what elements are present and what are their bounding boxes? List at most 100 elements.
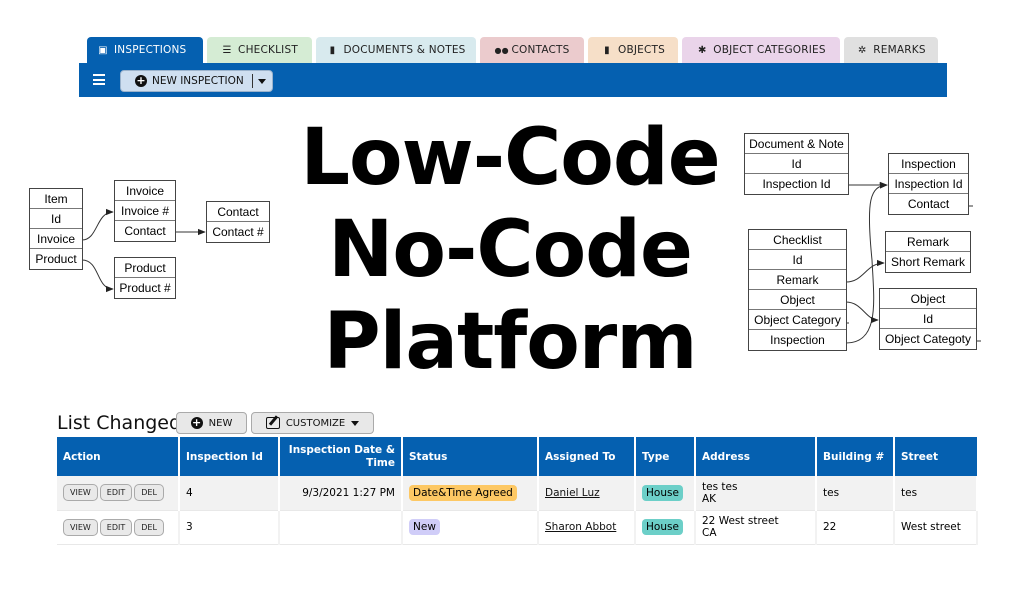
entity-field: Object Categoty [884,332,972,346]
street-cell: tes [894,476,978,511]
action-cell: VIEW EDIT DEL [57,510,180,545]
header-line: Time [366,456,395,469]
tab-remarks[interactable]: ✲ REMARKS [844,37,938,63]
file-icon: ▮ [329,44,336,56]
type-cell: House [635,476,696,511]
assigned-to-link[interactable]: Daniel Luz [545,487,600,499]
status-badge: Date&Time Agreed [409,484,517,501]
tab-contacts[interactable]: ●● CONTACTS [480,37,584,63]
tab-object-categories[interactable]: ✱ OBJECT CATEGORIES [682,37,840,63]
tab-inspections[interactable]: ▣ INSPECTIONS [87,37,203,63]
toolbar: + NEW INSPECTION [79,63,947,97]
view-button[interactable]: VIEW [63,484,98,502]
type-cell: House [635,510,696,545]
plus-circle-icon: + [135,74,147,87]
link-item-invoice [81,208,114,241]
address-cell: 22 West street CA [695,510,817,545]
plus-circle-icon: + [190,416,203,429]
tab-label: DOCUMENTS & NOTES [343,44,466,56]
column-header-assigned-to[interactable]: Assigned To [538,437,636,476]
entity-field: Inspection [889,154,968,174]
column-header-address[interactable]: Address [695,437,817,476]
link-checklist-remark [845,259,885,283]
entity-field: Product [35,252,77,266]
new-button[interactable]: + NEW [176,412,247,434]
link-checklist-object [845,301,879,324]
entity-field: Contact [124,224,166,238]
tab-label: INSPECTIONS [114,44,187,56]
entity-contact: Contact Contact # [206,201,270,243]
inspection-id-cell: 3 [179,510,280,545]
table-row: VIEW EDIT DEL 4 9/3/2021 1:27 PM Date&Time… [57,476,978,511]
type-badge: House [642,519,683,535]
divider [251,74,253,88]
asterisk-icon: ✱ [697,44,707,56]
inspection-date-cell [279,510,403,545]
entity-field: Checklist [749,230,846,250]
building-cell: 22 [816,510,895,545]
tab-label: CHECKLIST [238,44,298,56]
tab-checklist[interactable]: ☰ CHECKLIST [207,37,312,63]
hero-heading: Low-Code No-Code Platform [290,112,730,388]
hero-line-1: Low-Code [300,113,720,203]
hero-line-3: Platform [323,297,697,387]
entity-field: Product # [119,281,171,295]
assigned-to-link[interactable]: Sharon Abbot [545,521,616,533]
entity-field: Remark [749,270,846,290]
entity-field: Inspection [770,333,825,347]
column-header-inspection-date[interactable]: Inspection Date & Time [279,437,403,476]
new-label: NEW [208,417,233,429]
clipboard-icon: ▮ [604,44,610,56]
inspection-date-cell: 9/3/2021 1:27 PM [279,476,403,511]
entity-field: Contact [207,202,269,222]
tab-label: OBJECT CATEGORIES [713,44,826,56]
column-header-action[interactable]: Action [57,437,180,476]
entity-field: Invoice [30,229,82,249]
entity-object: Object Id Object Categoty [879,288,977,350]
edit-button[interactable]: EDIT [99,518,133,536]
column-header-inspection-id[interactable]: Inspection Id [179,437,280,476]
entity-field: Inspection Id [889,174,968,194]
caret-down-icon[interactable] [257,78,266,84]
customize-button[interactable]: CUSTOMIZE [251,412,374,434]
entity-checklist: Checklist Id Remark Object Object Catego… [748,229,847,351]
status-badge: New [409,519,440,535]
entity-field: Invoice [115,181,175,201]
entity-item: Item Id Invoice Product [29,188,83,270]
column-header-street[interactable]: Street [894,437,977,476]
inspection-id-cell: 4 [179,476,280,511]
entity-remark: Remark Short Remark [885,231,971,273]
tab-objects[interactable]: ▮ OBJECTS [588,37,678,63]
tab-label: OBJECTS [617,44,665,56]
entity-inspection: Inspection Inspection Id Contact [888,153,969,215]
status-cell: New [402,510,539,545]
entity-field: Remark [886,232,970,252]
new-inspection-button[interactable]: + NEW INSPECTION [120,70,273,92]
entity-field: Item [30,189,82,209]
link-item-product [81,259,114,293]
inspections-table: Action Inspection Id Inspection Date & T… [57,437,978,545]
status-cell: Date&Time Agreed [402,476,539,511]
entity-field: Id [745,154,848,174]
edit-icon [265,417,280,429]
entity-document-note: Document & Note Id Inspection Id [744,133,849,195]
table-header-row: Action Inspection Id Inspection Date & T… [57,437,977,476]
header-line: Inspection Date & [288,443,395,456]
delete-button[interactable]: DEL [134,484,164,502]
column-header-status[interactable]: Status [402,437,539,476]
column-header-type[interactable]: Type [635,437,696,476]
entity-field: Product [115,258,175,278]
entity-invoice: Invoice Invoice # Contact [114,180,176,242]
list-check-icon: ☰ [222,44,232,56]
menu-icon[interactable] [93,74,105,86]
entity-field: Object [880,289,976,309]
view-button[interactable]: VIEW [63,518,98,536]
delete-button[interactable]: DEL [134,518,164,536]
entity-field: Id [30,209,82,229]
entity-field: Object Category [749,310,846,330]
action-cell: VIEW EDIT DEL [57,476,180,511]
column-header-building[interactable]: Building # [816,437,895,476]
tab-documents-notes[interactable]: ▮ DOCUMENTS & NOTES [316,37,476,63]
edit-button[interactable]: EDIT [99,484,133,502]
entity-field: Contact [907,197,950,211]
